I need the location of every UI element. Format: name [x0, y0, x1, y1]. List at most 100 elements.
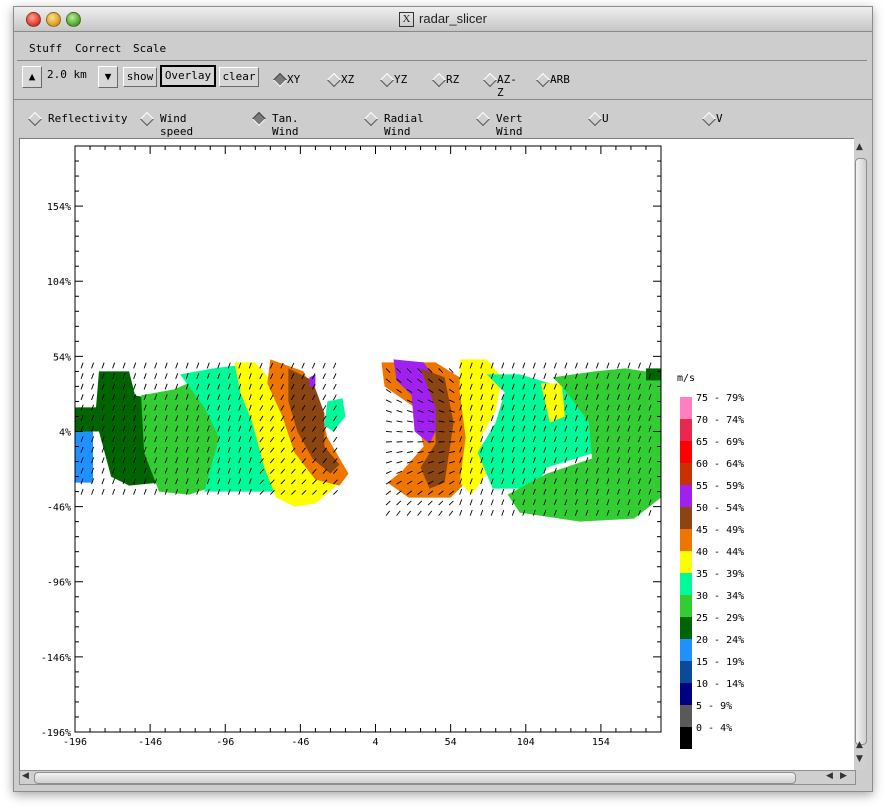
- legend-label: 45 - 49%: [696, 525, 744, 536]
- legend-label: 50 - 54%: [696, 503, 744, 514]
- vertical-scrollbar[interactable]: ▲ ▲ ▼: [854, 138, 867, 770]
- radio-diamond-icon: [701, 111, 717, 127]
- legend-swatch: [680, 683, 692, 705]
- view-azz-label: AZ-Z: [497, 73, 517, 99]
- y-tick-label: -96%: [47, 578, 71, 589]
- legend-swatch: [680, 573, 692, 595]
- y-tick-label: -146%: [41, 653, 71, 664]
- scroll-left-icon[interactable]: ◀: [22, 771, 29, 781]
- legend-label: 35 - 39%: [696, 569, 744, 580]
- y-tick-label: 154%: [47, 202, 71, 213]
- height-up-button[interactable]: ▲: [22, 66, 42, 88]
- radio-diamond-icon: [482, 72, 498, 88]
- view-yz-label: YZ: [394, 73, 408, 86]
- legend-swatch: [680, 419, 692, 441]
- x-tick-label: 4: [372, 737, 378, 748]
- legend-swatch: [680, 595, 692, 617]
- toolbar-divider: [14, 99, 872, 100]
- x-tick-label: 154: [592, 737, 610, 748]
- x-tick-label: -146: [138, 737, 162, 748]
- menu-stuff[interactable]: Stuff: [29, 42, 62, 55]
- legend-unit: m/s: [677, 373, 695, 384]
- radio-diamond-icon: [475, 111, 491, 127]
- scroll-right-icon[interactable]: ▶: [840, 771, 847, 781]
- scroll-down-icon[interactable]: ▼: [856, 754, 863, 764]
- legend-label: 5 - 9%: [696, 701, 732, 712]
- x-tick-label: -96: [216, 737, 234, 748]
- view-arb-label: ARB: [550, 73, 570, 86]
- field-u-label: U: [602, 112, 609, 125]
- field-radial-wind-label: Radial Wind: [384, 112, 424, 138]
- show-button[interactable]: show: [123, 67, 157, 87]
- wind-field: [75, 359, 661, 522]
- legend-label: 25 - 29%: [696, 613, 744, 624]
- overlay-button[interactable]: Overlay: [160, 65, 216, 87]
- window-title-text: radar_slicer: [419, 11, 487, 26]
- legend-swatch: [680, 551, 692, 573]
- radar-plot: -196 -146 -96 -46 4 54 104 154154%104%54%4%-46%…: [41, 145, 744, 749]
- x-tick-label: 54: [445, 737, 457, 748]
- title-bar: Xradar_slicer: [14, 7, 872, 32]
- view-xy-label: XY: [287, 73, 301, 86]
- scroll-left-icon-lower[interactable]: ◀: [826, 771, 833, 781]
- radio-diamond-icon: [139, 111, 155, 127]
- legend-label: 10 - 14%: [696, 679, 744, 690]
- menu-correct[interactable]: Correct: [75, 42, 121, 55]
- menu-scale[interactable]: Scale: [133, 42, 166, 55]
- radio-diamond-icon: [535, 72, 551, 88]
- height-value: 2.0 km: [47, 68, 87, 81]
- legend-swatch: [680, 639, 692, 661]
- legend-swatch: [680, 727, 692, 749]
- horizontal-scroll-thumb[interactable]: [34, 772, 796, 784]
- legend-swatch: [680, 485, 692, 507]
- legend-label: 0 - 4%: [696, 723, 732, 734]
- y-tick-label: -196%: [41, 728, 71, 739]
- wind-region-16: [646, 368, 661, 381]
- radio-diamond-icon: [27, 111, 43, 127]
- radio-diamond-icon: [251, 111, 267, 127]
- field-tan-wind-label: Tan. Wind: [272, 112, 299, 138]
- y-tick-label: 104%: [47, 277, 71, 288]
- legend-swatch: [680, 661, 692, 683]
- color-legend: m/s75 - 79% 70 - 74% 65 - 69% 60 - 64% 55 - …: [677, 373, 744, 749]
- legend-label: 55 - 59%: [696, 481, 744, 492]
- legend-swatch: [680, 441, 692, 463]
- legend-label: 75 - 79%: [696, 393, 744, 404]
- scroll-up-icon[interactable]: ▲: [856, 142, 863, 152]
- window-title: Xradar_slicer: [14, 11, 872, 28]
- legend-swatch: [680, 617, 692, 639]
- wind-region-7: [324, 398, 346, 432]
- radio-diamond-icon: [272, 72, 288, 88]
- legend-label: 30 - 34%: [696, 591, 744, 602]
- field-v-label: V: [716, 112, 723, 125]
- radio-diamond-icon: [431, 72, 447, 88]
- horizontal-scrollbar[interactable]: ◀ ◀ ▶: [19, 770, 856, 785]
- field-wind-speed-label: Wind speed: [160, 112, 194, 138]
- radio-diamond-icon: [379, 72, 395, 88]
- legend-swatch: [680, 507, 692, 529]
- vertical-scroll-thumb[interactable]: [855, 158, 867, 745]
- view-rz-label: RZ: [446, 73, 460, 86]
- x11-icon: X: [399, 12, 415, 28]
- legend-label: 40 - 44%: [696, 547, 744, 558]
- scroll-up-icon-lower[interactable]: ▲: [856, 740, 863, 750]
- plot-canvas[interactable]: -196 -146 -96 -46 4 54 104 154 154% 104% 54% 4% -46%…: [19, 138, 856, 772]
- y-tick-label: 54%: [53, 352, 71, 363]
- legend-label: 65 - 69%: [696, 437, 744, 448]
- y-tick-label: -46%: [47, 503, 71, 514]
- field-vert-wind-label: Vert Wind: [496, 112, 523, 138]
- legend-label: 20 - 24%: [696, 635, 744, 646]
- legend-swatch: [680, 705, 692, 727]
- clear-button[interactable]: clear: [219, 67, 259, 87]
- view-xz-label: XZ: [341, 73, 355, 86]
- radio-diamond-icon: [363, 111, 379, 127]
- radio-diamond-icon: [326, 72, 342, 88]
- legend-swatch: [680, 463, 692, 485]
- height-down-button[interactable]: ▼: [98, 66, 118, 88]
- x-tick-label: -46: [291, 737, 309, 748]
- y-tick-label: 4%: [59, 427, 71, 438]
- x-tick-label: 104: [517, 737, 535, 748]
- app-window: Xradar_slicer Stuff Correct Scale ▲ 2.0 …: [13, 6, 873, 792]
- legend-label: 15 - 19%: [696, 657, 744, 668]
- up-arrow-icon: ▲: [28, 70, 36, 83]
